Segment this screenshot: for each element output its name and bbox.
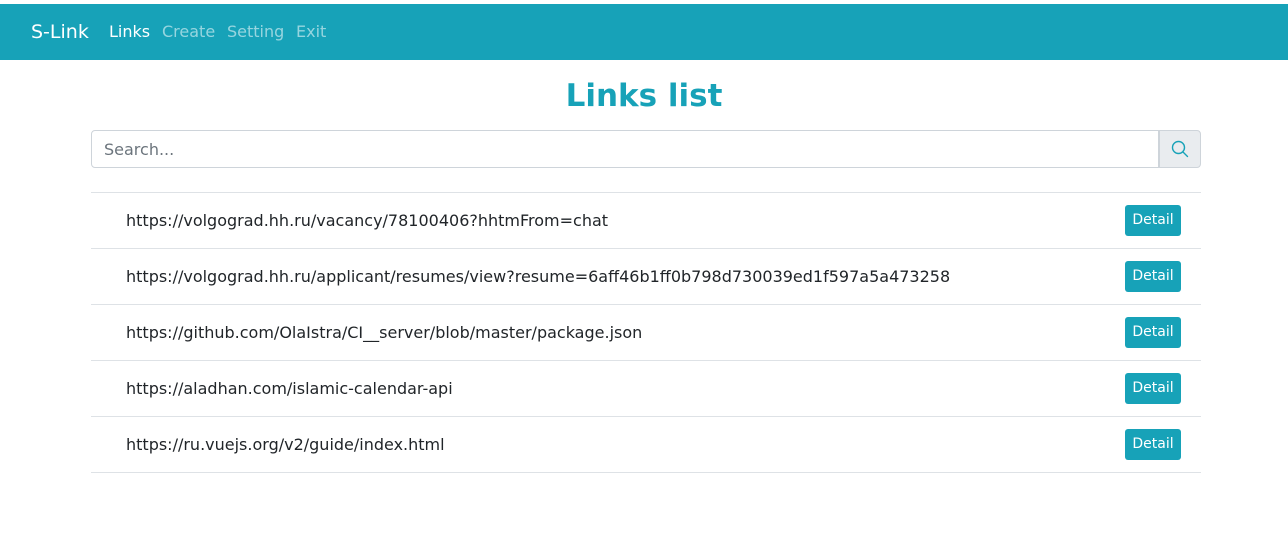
detail-button[interactable]: Detail <box>1125 205 1181 236</box>
detail-button[interactable]: Detail <box>1125 373 1181 404</box>
search-input[interactable] <box>91 130 1159 168</box>
link-url[interactable]: https://volgograd.hh.ru/applicant/resume… <box>126 267 950 287</box>
nav-links[interactable]: Links <box>109 22 150 42</box>
search-icon <box>1171 140 1189 158</box>
page-title: Links list <box>565 78 723 114</box>
list-item: https://github.com/OlaIstra/CI__server/b… <box>91 305 1201 361</box>
nav-exit[interactable]: Exit <box>296 22 326 42</box>
navbar: S-Link Links Create Setting Exit <box>0 4 1288 60</box>
search-button[interactable] <box>1159 130 1201 168</box>
link-url[interactable]: https://volgograd.hh.ru/vacancy/78100406… <box>126 211 608 231</box>
detail-button[interactable]: Detail <box>1125 317 1181 348</box>
detail-button[interactable]: Detail <box>1125 261 1181 292</box>
nav-setting[interactable]: Setting <box>227 22 284 42</box>
list-item: https://aladhan.com/islamic-calendar-api… <box>91 361 1201 417</box>
list-item: https://volgograd.hh.ru/applicant/resume… <box>91 249 1201 305</box>
link-url[interactable]: https://github.com/OlaIstra/CI__server/b… <box>126 323 642 343</box>
detail-button[interactable]: Detail <box>1125 429 1181 460</box>
brand-logo[interactable]: S-Link <box>31 19 89 45</box>
links-list: https://volgograd.hh.ru/vacancy/78100406… <box>91 192 1201 473</box>
link-url[interactable]: https://ru.vuejs.org/v2/guide/index.html <box>126 435 445 455</box>
list-item: https://volgograd.hh.ru/vacancy/78100406… <box>91 193 1201 249</box>
nav-create[interactable]: Create <box>162 22 215 42</box>
link-url[interactable]: https://aladhan.com/islamic-calendar-api <box>126 379 453 399</box>
list-item: https://ru.vuejs.org/v2/guide/index.html… <box>91 417 1201 473</box>
search-group <box>91 130 1201 168</box>
